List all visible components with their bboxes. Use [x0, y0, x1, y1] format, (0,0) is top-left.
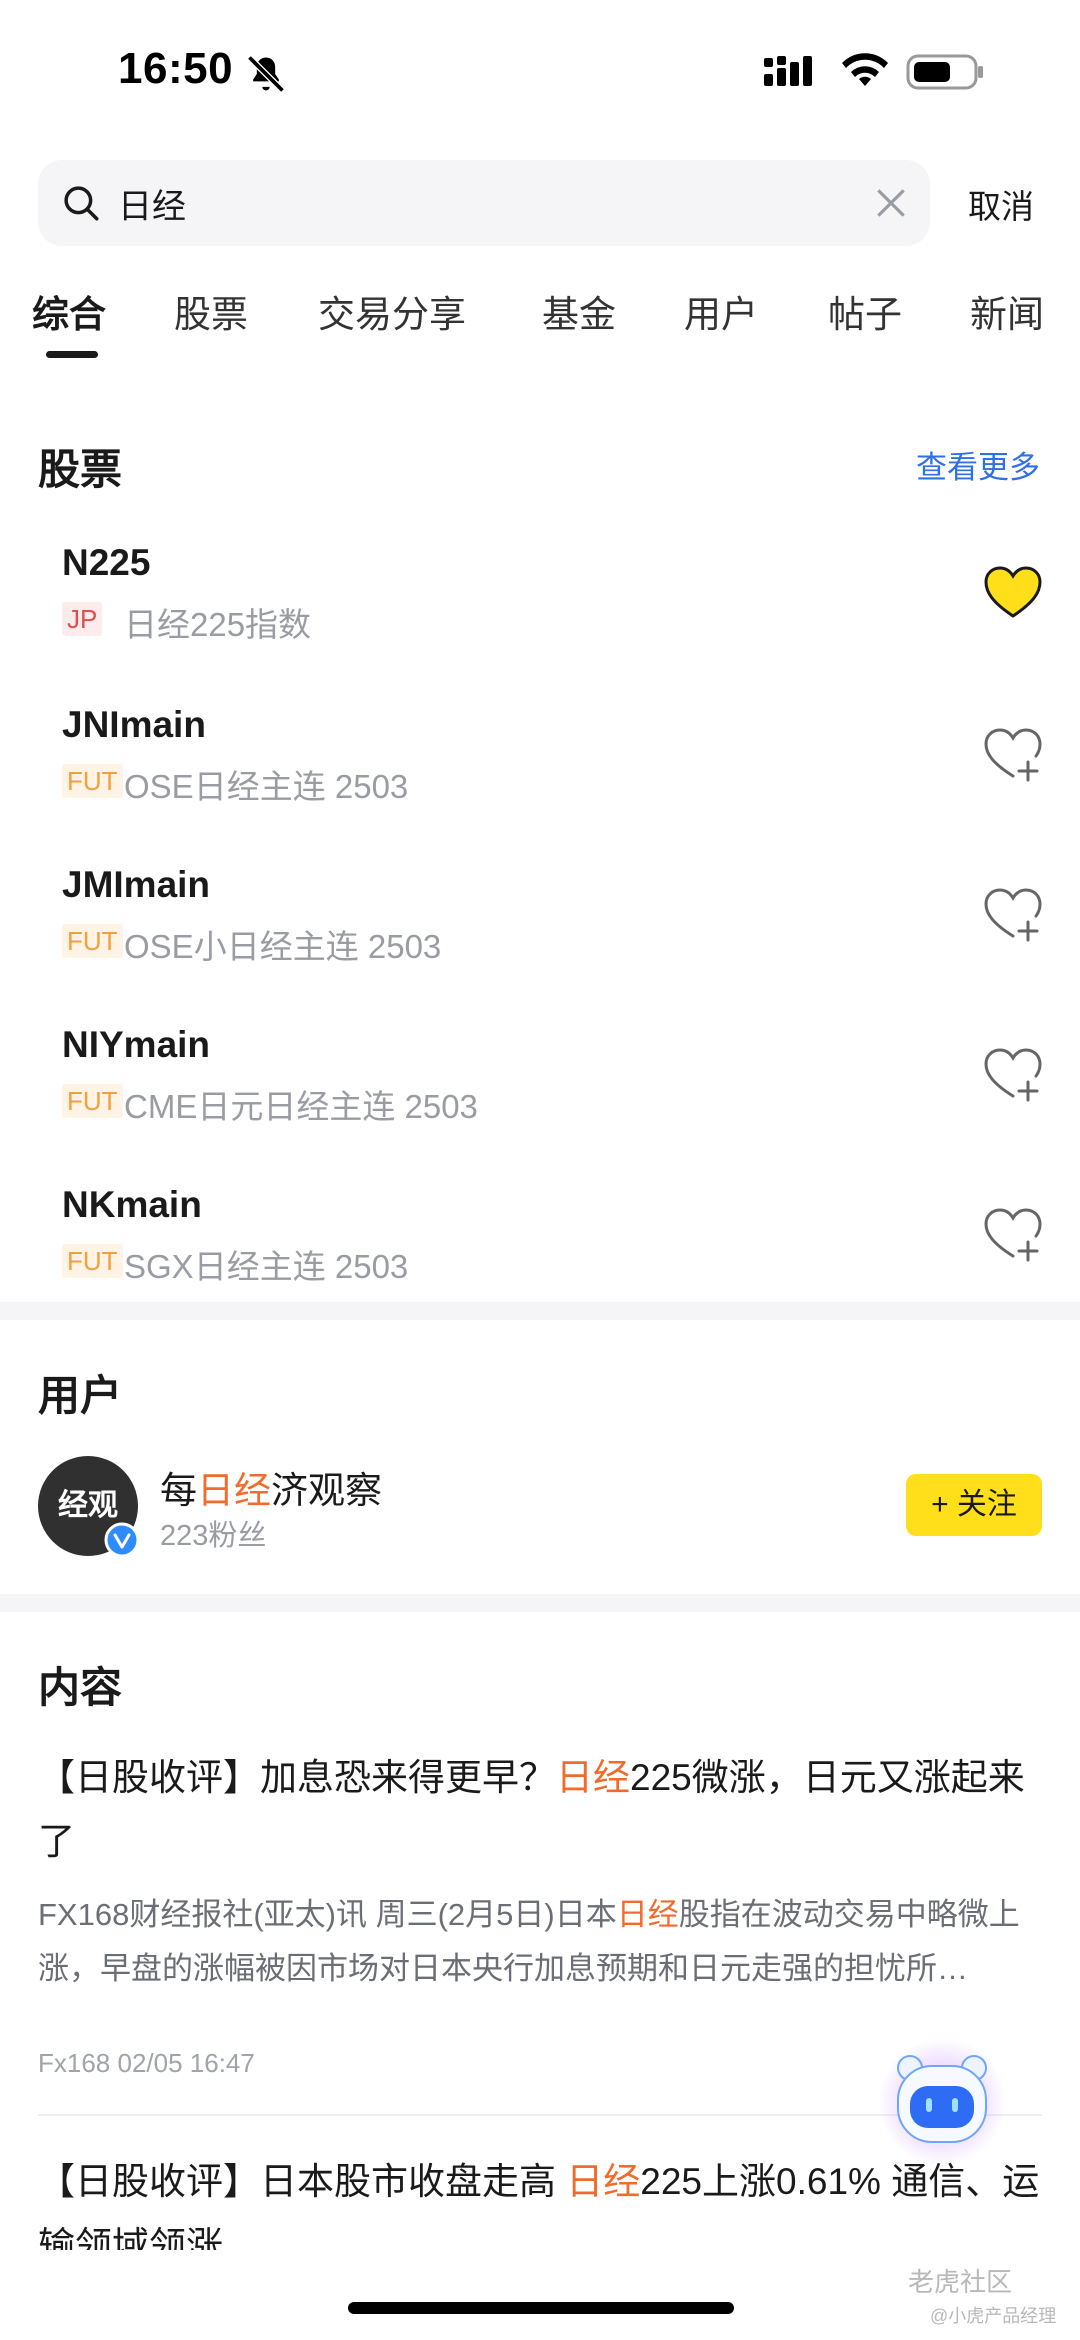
stock-name: OSE小日经主连 2503: [124, 928, 442, 965]
content-section-title: 内容: [38, 1664, 123, 1711]
cancel-button[interactable]: 取消: [968, 180, 1034, 228]
follow-button[interactable]: + 关注: [906, 1474, 1042, 1536]
market-tag: FUT: [62, 764, 123, 798]
users-section-title: 用户: [38, 1372, 123, 1419]
status-time: 16:50: [118, 44, 234, 93]
market-tag: FUT: [62, 924, 123, 958]
stock-row[interactable]: NIYmain FUT CME日元日经主连 2503: [0, 1010, 1080, 1170]
see-more-link[interactable]: 查看更多: [916, 442, 1040, 487]
tab-all[interactable]: 综合: [32, 284, 106, 338]
tab-stocks[interactable]: 股票: [174, 284, 248, 338]
heart-add-icon[interactable]: [982, 1206, 1044, 1264]
article-excerpt[interactable]: FX168财经报社(亚太)讯 周三(2月5日)日本日经股指在波动交易中略微上涨，…: [38, 1888, 1048, 1996]
heart-add-icon[interactable]: [982, 726, 1044, 784]
user-name-suffix: 济观察: [271, 1470, 382, 1511]
article-title-highlight: 日经: [566, 2161, 641, 2202]
ai-assistant-icon[interactable]: [872, 2036, 1012, 2166]
stock-name: 日经225指数: [124, 606, 312, 643]
section-divider: [0, 1302, 1080, 1320]
stock-row[interactable]: JMImain FUT OSE小日经主连 2503: [0, 850, 1080, 1010]
article-title-text: 【日股收评】加息恐来得更早？: [38, 1757, 556, 1798]
market-tag: FUT: [62, 1244, 123, 1278]
article-excerpt-text: FX168财经报社(亚太)讯 周三(2月5日)日本: [38, 1897, 617, 1932]
article-title-highlight: 日经: [556, 1757, 630, 1798]
stock-symbol: N225: [62, 542, 151, 583]
article-excerpt-highlight: 日经: [616, 1897, 679, 1932]
search-tabs: 综合 股票 交易分享 基金 用户 帖子 新闻: [0, 278, 1080, 368]
tab-users[interactable]: 用户: [684, 284, 758, 338]
status-bar: 16:50: [0, 0, 1080, 140]
cellular-signal-icon: [764, 56, 812, 86]
verified-badge-icon: [104, 1522, 140, 1558]
stock-name: OSE日经主连 2503: [124, 768, 409, 805]
battery-icon: [906, 54, 983, 90]
tab-funds[interactable]: 基金: [542, 284, 616, 338]
section-divider: [0, 1594, 1080, 1612]
stock-row[interactable]: N225 JP 日经225指数: [0, 528, 1080, 688]
user-name[interactable]: 每日经济观察: [160, 1460, 382, 1514]
tab-trade-share[interactable]: 交易分享: [318, 284, 466, 338]
search-box[interactable]: [38, 160, 930, 246]
heart-filled-icon[interactable]: [982, 564, 1044, 622]
close-icon[interactable]: [872, 184, 910, 222]
home-indicator[interactable]: [348, 2302, 734, 2314]
search-input[interactable]: [118, 160, 818, 246]
heart-add-icon[interactable]: [982, 886, 1044, 944]
stock-name: CME日元日经主连 2503: [124, 1088, 478, 1125]
article-title[interactable]: 【日股收评】加息恐来得更早？日经225微涨，日元又涨起来了: [38, 1746, 1048, 1874]
user-name-prefix: 每: [160, 1470, 197, 1511]
user-fans-count: 223粉丝: [160, 1520, 267, 1552]
stock-symbol: JMImain: [62, 864, 211, 905]
stock-row[interactable]: JNImain FUT OSE日经主连 2503: [0, 690, 1080, 850]
stocks-section-title: 股票: [38, 446, 123, 493]
search-icon: [64, 186, 99, 221]
market-tag: JP: [62, 602, 103, 636]
wifi-icon: [842, 53, 888, 86]
article-meta: Fx168 02/05 16:47: [38, 2048, 255, 2078]
watermark-sub: @小虎产品经理: [930, 2306, 1057, 2326]
article-title-text: 【日股收评】日本股市收盘走高: [38, 2161, 567, 2202]
stock-symbol: NIYmain: [62, 1024, 211, 1065]
watermark: 老虎社区: [908, 2267, 1013, 2297]
tab-posts[interactable]: 帖子: [828, 284, 902, 338]
stock-symbol: NKmain: [62, 1184, 202, 1225]
bell-muted-icon: [247, 55, 285, 93]
user-name-highlight: 日经: [197, 1470, 271, 1511]
stock-symbol: JNImain: [62, 704, 206, 745]
active-tab-indicator: [46, 351, 98, 358]
heart-add-icon[interactable]: [982, 1046, 1044, 1104]
tab-news[interactable]: 新闻: [970, 284, 1044, 338]
stock-name: SGX日经主连 2503: [124, 1248, 409, 1285]
market-tag: FUT: [62, 1084, 123, 1118]
